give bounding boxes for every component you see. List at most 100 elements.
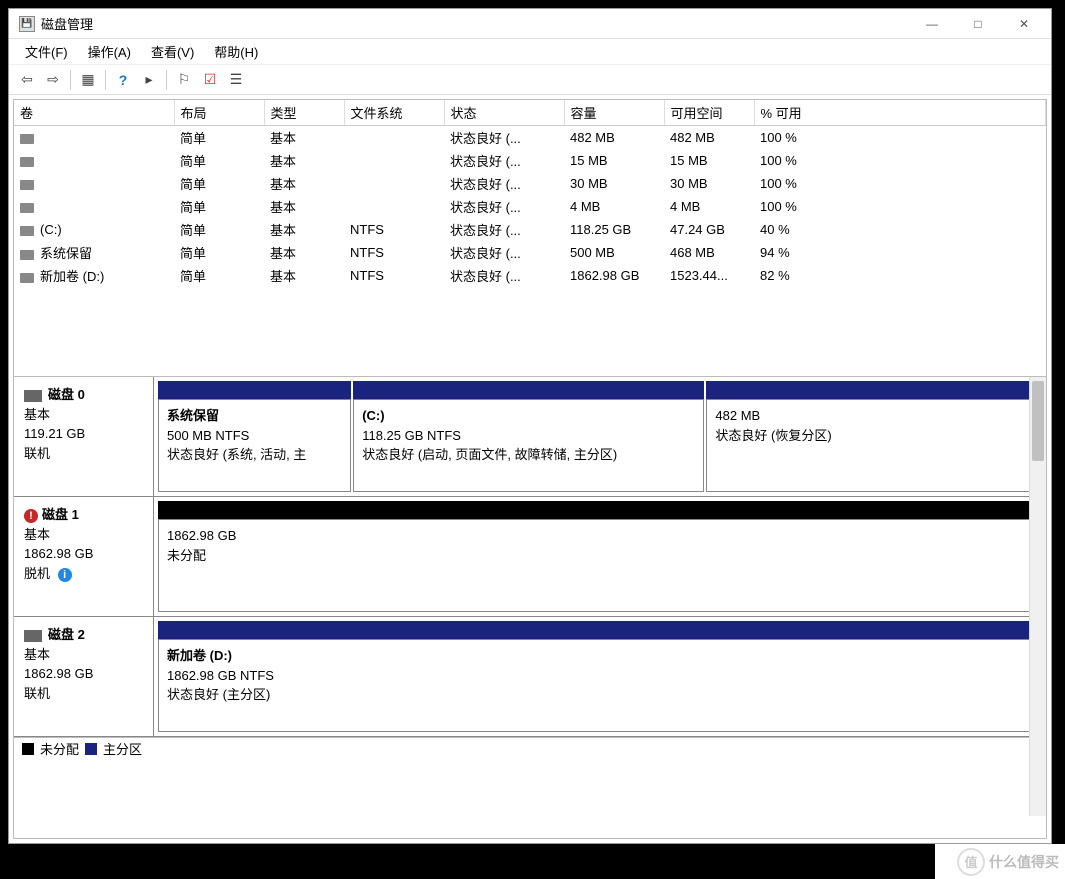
volume-status: 状态良好 (...	[444, 218, 564, 241]
window-buttons: — □ ✕	[909, 9, 1047, 39]
partition-size: 1862.98 GB	[167, 526, 1031, 546]
volume-row[interactable]: 新加卷 (D:)简单基本NTFS状态良好 (...1862.98 GB1523.…	[14, 264, 1046, 287]
watermark: 值 什么值得买	[935, 844, 1065, 879]
partition-title: (C:)	[362, 406, 695, 426]
volume-row[interactable]: 简单基本状态良好 (...30 MB30 MB100 %	[14, 172, 1046, 195]
window-title: 磁盘管理	[41, 14, 909, 33]
menu-help[interactable]: 帮助(H)	[204, 40, 268, 63]
volume-status: 状态良好 (...	[444, 264, 564, 287]
volume-free: 482 MB	[664, 126, 754, 150]
volume-type: 基本	[264, 126, 344, 150]
titlebar[interactable]: 💾 磁盘管理 — □ ✕	[9, 9, 1051, 39]
disk-partitions: 1862.98 GB未分配	[154, 497, 1046, 616]
volume-pct: 40 %	[754, 218, 1046, 241]
menu-file[interactable]: 文件(F)	[15, 40, 78, 63]
disk-state: 联机	[24, 446, 50, 461]
col-fs[interactable]: 文件系统	[344, 100, 444, 126]
minimize-button[interactable]: —	[909, 9, 955, 39]
volume-pct: 94 %	[754, 241, 1046, 264]
volume-layout: 简单	[174, 241, 264, 264]
disk-graphical-pane[interactable]: 磁盘 0基本119.21 GB联机系统保留500 MB NTFS状态良好 (系统…	[13, 377, 1047, 839]
volume-layout: 简单	[174, 195, 264, 218]
disk-row[interactable]: 磁盘 0基本119.21 GB联机系统保留500 MB NTFS状态良好 (系统…	[14, 377, 1046, 497]
menu-action[interactable]: 操作(A)	[78, 40, 141, 63]
volume-icon	[20, 250, 34, 260]
partition-body: 系统保留500 MB NTFS状态良好 (系统, 活动, 主(C:)118.25…	[158, 399, 1042, 492]
partition-status: 状态良好 (系统, 活动, 主	[167, 445, 342, 465]
refresh-button[interactable]: ▸	[137, 68, 161, 92]
rescan-button[interactable]: ⚐	[172, 68, 196, 92]
volume-fs: NTFS	[344, 241, 444, 264]
volume-capacity: 1862.98 GB	[564, 264, 664, 287]
volumes-list-pane[interactable]: 卷 布局 类型 文件系统 状态 容量 可用空间 % 可用 简单基本状态良好 (.…	[13, 99, 1047, 377]
partition-body: 1862.98 GB未分配	[158, 519, 1042, 612]
volume-free: 47.24 GB	[664, 218, 754, 241]
disk-name: 磁盘 0	[48, 387, 85, 402]
help-button[interactable]: ?	[111, 68, 135, 92]
partition-size: 1862.98 GB NTFS	[167, 666, 1031, 686]
volume-fs: NTFS	[344, 264, 444, 287]
disk-icon	[24, 390, 42, 402]
col-type[interactable]: 类型	[264, 100, 344, 126]
toolbar: ⇦ ⇨ ▦ ? ▸ ⚐ ☑ ☰	[9, 65, 1051, 95]
partition-header-primary	[158, 621, 1040, 639]
show-hide-button[interactable]: ▦	[76, 68, 100, 92]
col-volume[interactable]: 卷	[14, 100, 174, 126]
content-area: 卷 布局 类型 文件系统 状态 容量 可用空间 % 可用 简单基本状态良好 (.…	[9, 95, 1051, 843]
disk-partitions: 系统保留500 MB NTFS状态良好 (系统, 活动, 主(C:)118.25…	[154, 377, 1046, 496]
volume-icon	[20, 180, 34, 190]
volume-row[interactable]: 系统保留简单基本NTFS状态良好 (...500 MB468 MB94 %	[14, 241, 1046, 264]
back-button[interactable]: ⇦	[15, 68, 39, 92]
volume-row[interactable]: (C:)简单基本NTFS状态良好 (...118.25 GB47.24 GB40…	[14, 218, 1046, 241]
disk-row[interactable]: 磁盘 2基本1862.98 GB联机新加卷 (D:)1862.98 GB NTF…	[14, 617, 1046, 737]
col-status[interactable]: 状态	[444, 100, 564, 126]
partition-header-primary	[158, 381, 351, 399]
volume-pct: 100 %	[754, 126, 1046, 150]
scrollbar-thumb[interactable]	[1032, 381, 1044, 461]
volume-row[interactable]: 简单基本状态良好 (...15 MB15 MB100 %	[14, 149, 1046, 172]
col-free[interactable]: 可用空间	[664, 100, 754, 126]
volume-layout: 简单	[174, 126, 264, 150]
disk-icon	[24, 630, 42, 642]
col-pct[interactable]: % 可用	[754, 100, 1046, 126]
col-layout[interactable]: 布局	[174, 100, 264, 126]
forward-button[interactable]: ⇨	[41, 68, 65, 92]
vertical-scrollbar[interactable]	[1029, 377, 1046, 816]
menu-view[interactable]: 查看(V)	[141, 40, 204, 63]
maximize-button[interactable]: □	[955, 9, 1001, 39]
settings-button[interactable]: ☑	[198, 68, 222, 92]
menubar: 文件(F) 操作(A) 查看(V) 帮助(H)	[9, 39, 1051, 65]
legend-bar: 未分配 主分区	[14, 737, 1046, 759]
partition-status: 未分配	[167, 546, 1031, 566]
properties-button[interactable]: ☰	[224, 68, 248, 92]
disk-partitions: 新加卷 (D:)1862.98 GB NTFS状态良好 (主分区)	[154, 617, 1046, 736]
volume-free: 30 MB	[664, 172, 754, 195]
volume-pct: 100 %	[754, 195, 1046, 218]
table-header-row[interactable]: 卷 布局 类型 文件系统 状态 容量 可用空间 % 可用	[14, 100, 1046, 126]
volume-row[interactable]: 简单基本状态良好 (...482 MB482 MB100 %	[14, 126, 1046, 150]
partition-header-primary	[353, 381, 704, 399]
volume-layout: 简单	[174, 264, 264, 287]
disk-label: 磁盘 0基本119.21 GB联机	[14, 377, 154, 496]
volume-layout: 简单	[174, 172, 264, 195]
volume-row[interactable]: 简单基本状态良好 (...4 MB4 MB100 %	[14, 195, 1046, 218]
col-capacity[interactable]: 容量	[564, 100, 664, 126]
volume-name: (C:)	[40, 222, 62, 237]
volume-type: 基本	[264, 218, 344, 241]
volume-status: 状态良好 (...	[444, 149, 564, 172]
volumes-table: 卷 布局 类型 文件系统 状态 容量 可用空间 % 可用 简单基本状态良好 (.…	[14, 100, 1046, 287]
partition-title: 新加卷 (D:)	[167, 646, 1031, 666]
disk-row[interactable]: !磁盘 1基本1862.98 GB脱机 i1862.98 GB未分配	[14, 497, 1046, 617]
partition-header-primary	[706, 381, 1040, 399]
partition-block[interactable]: 1862.98 GB未分配	[158, 519, 1040, 612]
watermark-icon: 值	[957, 848, 985, 876]
volume-type: 基本	[264, 195, 344, 218]
close-button[interactable]: ✕	[1001, 9, 1047, 39]
volume-capacity: 30 MB	[564, 172, 664, 195]
legend-unalloc-icon	[22, 743, 34, 755]
partition-block[interactable]: 新加卷 (D:)1862.98 GB NTFS状态良好 (主分区)	[158, 639, 1040, 732]
partition-block[interactable]: 482 MB状态良好 (恢复分区)	[706, 399, 1040, 492]
partition-block[interactable]: 系统保留500 MB NTFS状态良好 (系统, 活动, 主	[158, 399, 351, 492]
partition-block[interactable]: (C:)118.25 GB NTFS状态良好 (启动, 页面文件, 故障转储, …	[353, 399, 704, 492]
disk-type: 基本	[24, 405, 143, 425]
